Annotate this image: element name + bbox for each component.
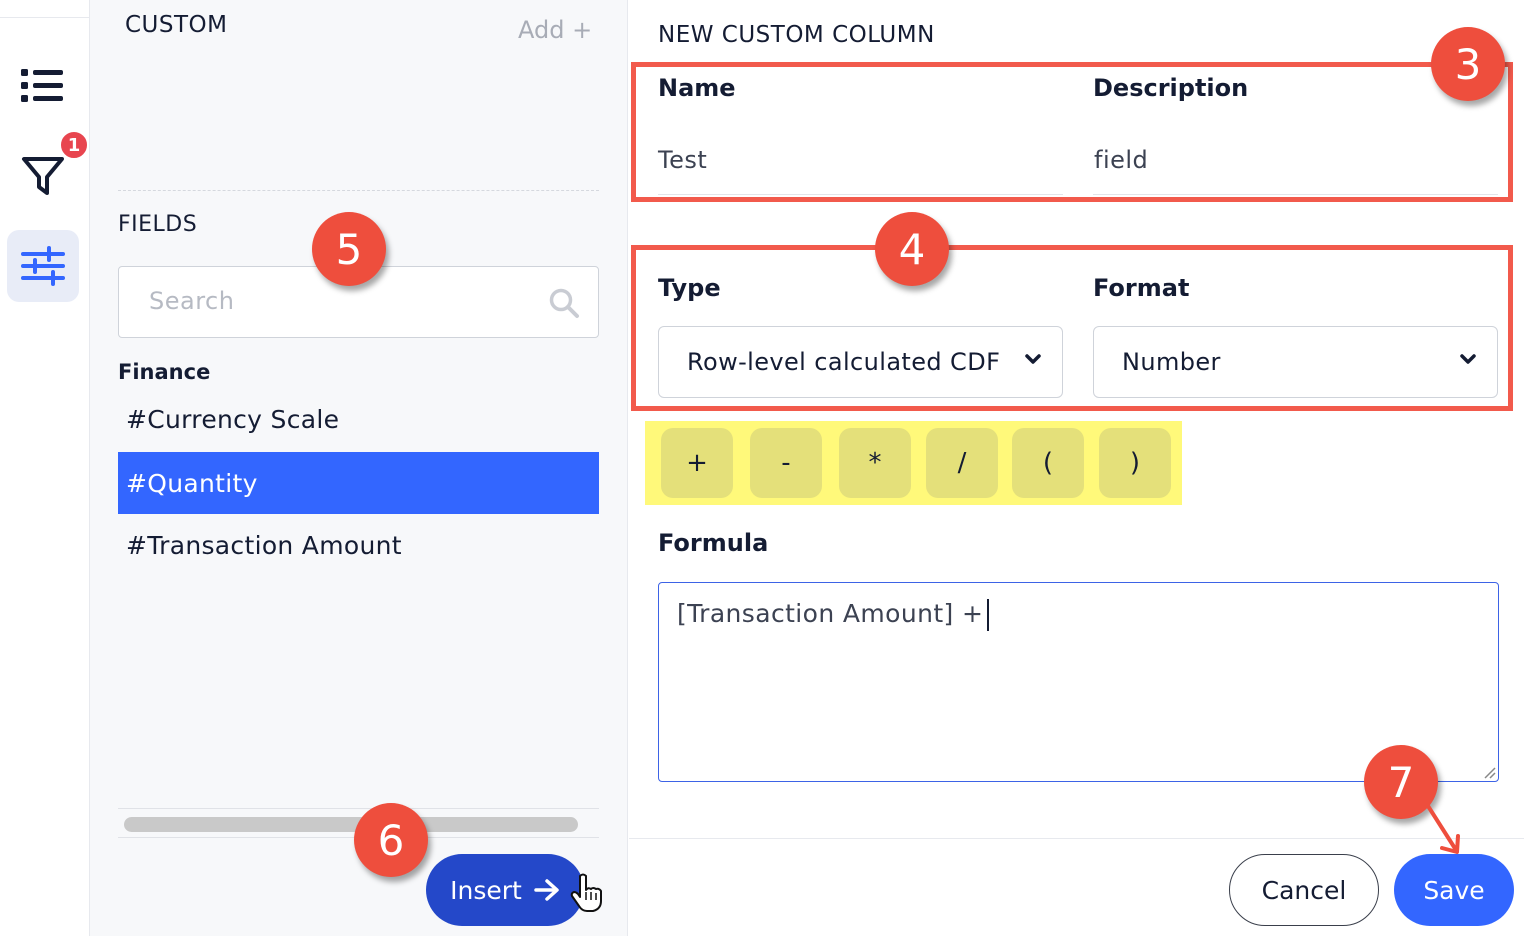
operator-open-paren-button[interactable]: ( (1012, 428, 1084, 498)
callout-arrow-icon (1426, 804, 1460, 854)
fields-section-title: FIELDS (118, 212, 198, 237)
arrow-right-icon (534, 879, 559, 901)
left-rail: 1 (0, 0, 90, 936)
footer-divider (629, 838, 1524, 839)
callout-5: 5 (312, 212, 386, 286)
add-custom-button[interactable]: Add + (518, 16, 592, 44)
operator-divide-button[interactable]: / (926, 428, 998, 498)
field-group-title: Finance (118, 360, 211, 384)
callout-6: 6 (354, 803, 428, 877)
field-item-selected[interactable]: #Quantity (118, 452, 599, 514)
formula-textarea[interactable]: [Transaction Amount] + (658, 582, 1499, 782)
search-icon (549, 288, 579, 318)
sliders-icon (21, 246, 65, 286)
list-icon (21, 69, 63, 102)
formula-label: Formula (658, 529, 769, 557)
operator-multiply-button[interactable]: * (839, 428, 911, 498)
list-view-button[interactable] (7, 50, 79, 122)
save-button[interactable]: Save (1394, 854, 1514, 926)
scrollbar-thumb[interactable] (124, 817, 578, 832)
hand-cursor-icon (570, 873, 602, 912)
field-item[interactable]: #Currency Scale (118, 388, 599, 450)
operator-close-paren-button[interactable]: ) (1099, 428, 1171, 498)
search-placeholder: Search (149, 287, 235, 315)
rail-top-divider (0, 0, 90, 18)
name-description-annotation-box (631, 62, 1513, 202)
text-caret (987, 599, 990, 631)
insert-label: Insert (450, 875, 522, 905)
resize-handle-icon[interactable] (1482, 765, 1496, 779)
section-divider (118, 190, 599, 191)
insert-button[interactable]: Insert (426, 854, 584, 926)
callout-4: 4 (875, 212, 949, 286)
operator-minus-button[interactable]: - (750, 428, 822, 498)
custom-section-title: CUSTOM (125, 12, 228, 38)
cancel-button[interactable]: Cancel (1229, 854, 1379, 926)
form-title: NEW CUSTOM COLUMN (658, 22, 935, 48)
formula-text: [Transaction Amount] + (677, 599, 984, 628)
filter-count-badge: 1 (59, 130, 89, 160)
field-item[interactable]: #Transaction Amount (118, 514, 599, 576)
callout-3: 3 (1431, 27, 1505, 101)
filter-icon (22, 157, 64, 195)
type-format-annotation-box (631, 245, 1513, 411)
settings-button[interactable] (7, 230, 79, 302)
fields-panel: CUSTOM Add + FIELDS Search Finance #Curr… (90, 0, 628, 936)
operator-plus-button[interactable]: + (661, 428, 733, 498)
